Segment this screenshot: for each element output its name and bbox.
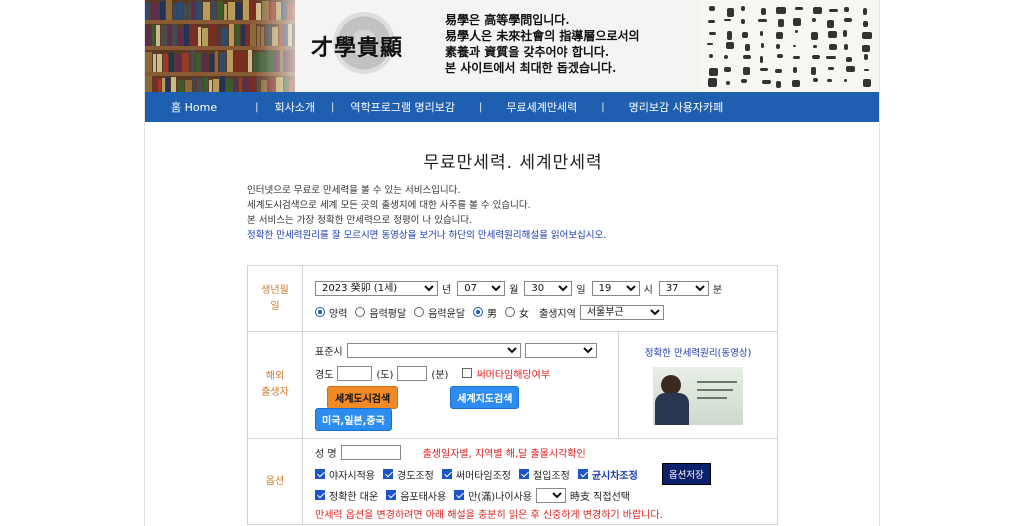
nav-home-label: Home bbox=[184, 101, 218, 114]
calendar-solar-radio[interactable] bbox=[315, 307, 325, 317]
options-label: 옵션 bbox=[247, 438, 303, 525]
summer-time-checkbox[interactable] bbox=[462, 368, 473, 378]
nav-separator: | bbox=[601, 101, 605, 113]
nav-separator: | bbox=[479, 101, 483, 113]
late-night-hour-checkbox[interactable] bbox=[315, 469, 325, 479]
std-time-sub-select[interactable] bbox=[524, 342, 597, 358]
minute-select[interactable]: 37 bbox=[658, 280, 709, 296]
main-nav: 홈 Home | 회사소개 | 역학프로그램 명리보감 | 무료세계만세력 | … bbox=[145, 92, 879, 122]
map-search-button[interactable]: 세계지도검색 bbox=[450, 385, 520, 409]
month-select[interactable]: 07 bbox=[457, 280, 506, 296]
yin-potae-checkbox[interactable] bbox=[386, 490, 397, 500]
city-search-button[interactable]: 세계도시검색 bbox=[327, 385, 399, 409]
year-select[interactable]: 2023 癸卯 (1세) bbox=[315, 280, 438, 296]
calligraphy-image bbox=[701, 0, 879, 92]
birth-label: 생년월 일 bbox=[247, 265, 303, 332]
overseas-label: 해외 출생자 bbox=[247, 331, 303, 439]
header-motto: 易學은 高等學問입니다. 易學人은 未來社會의 指導層으로서의 素養과 資質을 … bbox=[445, 12, 640, 76]
calendar-lunar-leap-radio[interactable] bbox=[414, 307, 425, 317]
solar-term-adjust-checkbox[interactable] bbox=[519, 469, 530, 479]
page-title: 무료만세력. 세계만세력 bbox=[423, 153, 603, 173]
hour-branch-select[interactable] bbox=[536, 487, 566, 503]
calendar-form: 생년월 일 2023 癸卯 (1세) 년 07 월 30 일 19 시 37 분 bbox=[247, 265, 778, 525]
nav-program[interactable]: 역학프로그램 명리보감 bbox=[350, 99, 455, 115]
nav-home[interactable]: 홈 Home bbox=[171, 99, 217, 115]
intro-line: 세계도시검색으로 세계 모든 곳의 출생지에 대한 사주를 볼 수 있습니다. bbox=[247, 200, 531, 211]
header-banner: 才學貴顯 易學은 高等學問입니다. 易學人은 未來社會의 指導層으로서의 素養과… bbox=[145, 0, 879, 92]
motto-line: 易學은 高等學問입니다. bbox=[445, 13, 570, 27]
page-container: 才學貴顯 易學은 高等學問입니다. 易學人은 未來社會의 指導層으로서의 素養과… bbox=[144, 0, 880, 526]
nav-separator: | bbox=[330, 101, 335, 113]
longitude-adjust-checkbox[interactable] bbox=[383, 469, 393, 479]
nav-company[interactable]: 회사소개 bbox=[274, 99, 314, 115]
longitude-degree-input[interactable] bbox=[337, 365, 373, 381]
hour-select[interactable]: 19 bbox=[591, 280, 640, 296]
nav-separator: | bbox=[255, 101, 259, 113]
equation-of-time-checkbox[interactable] bbox=[577, 469, 588, 479]
region-button[interactable]: 미국,일본,중국 bbox=[315, 407, 392, 431]
intro-line: 본 서비스는 가장 정확한 만세력으로 정평이 나 있습니다. bbox=[247, 215, 473, 226]
video-link[interactable]: 정확한 만세력원리(동영상) bbox=[619, 345, 777, 359]
intro-line: 인터넷으로 무료로 만세력을 볼 수 있는 서비스입니다. bbox=[247, 185, 461, 196]
nav-user-cafe[interactable]: 명리보감 사용자카페 bbox=[629, 99, 724, 115]
full-age-checkbox[interactable] bbox=[454, 490, 465, 500]
home-prefix: 홈 bbox=[171, 101, 182, 114]
intro-text: 인터넷으로 무료로 만세력을 볼 수 있는 서비스입니다. 세계도시검색으로 세… bbox=[247, 183, 606, 243]
gender-female-radio[interactable] bbox=[505, 307, 516, 317]
birthplace-select[interactable]: 서울부근 bbox=[579, 304, 664, 320]
motto-line: 본 사이트에서 최대한 돕겠습니다. bbox=[445, 61, 617, 75]
longitude-minute-input[interactable] bbox=[397, 365, 428, 381]
gender-male-radio[interactable] bbox=[473, 307, 484, 317]
save-options-button[interactable]: 옵션저장 bbox=[661, 463, 711, 485]
intro-link[interactable]: 정확한 만세력원리를 잘 모르시면 동영상을 보거나 하단의 만세력원리해설을 … bbox=[247, 228, 606, 243]
motto-line: 素養과 資質을 갖추어야 합니다. bbox=[445, 45, 610, 59]
std-time-select[interactable] bbox=[346, 342, 521, 358]
accurate-daeun-checkbox[interactable] bbox=[315, 490, 325, 500]
summer-time-adjust-checkbox[interactable] bbox=[441, 469, 452, 479]
options-warning: 만세력 옵션을 변경하려면 아래 해설을 충분히 읽은 후 신중하게 변경하기 … bbox=[315, 509, 663, 521]
site-logo-text: 才學貴顯 bbox=[311, 35, 404, 61]
motto-line: 易學人은 未來社會의 指導層으로서의 bbox=[445, 29, 640, 43]
day-select[interactable]: 30 bbox=[524, 280, 573, 296]
name-input[interactable] bbox=[340, 444, 401, 460]
nav-free-calendar[interactable]: 무료세계만세력 bbox=[506, 99, 577, 115]
sun-moon-time-link[interactable]: 출생일자별, 지역별 해,달 출몰시각확인 bbox=[423, 445, 586, 460]
lecture-video-thumbnail[interactable] bbox=[653, 367, 743, 425]
calendar-lunar-radio[interactable] bbox=[355, 307, 366, 317]
